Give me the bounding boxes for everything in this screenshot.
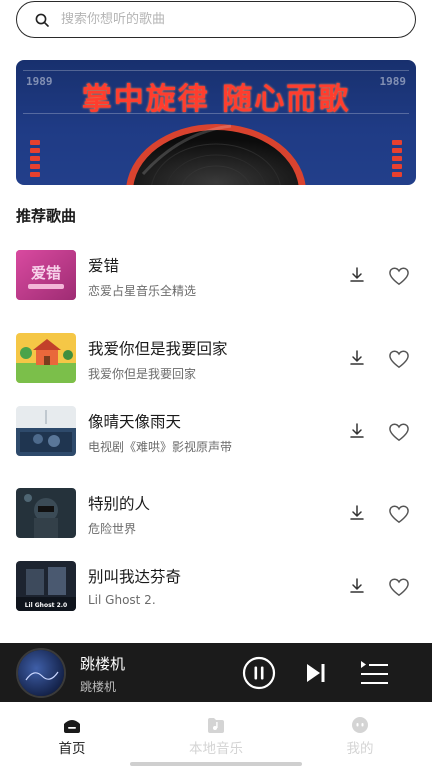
now-playing-title: 跳楼机 [80, 655, 126, 673]
now-playing-artist: 跳楼机 [80, 680, 117, 694]
search-input[interactable] [61, 12, 415, 27]
playlist-button[interactable] [358, 659, 390, 687]
mini-player[interactable]: 跳楼机 跳楼机 [0, 643, 432, 702]
song-item[interactable]: 爱错 爱错 恋爱占星音乐全精选 [16, 250, 416, 302]
profile-icon [352, 717, 368, 733]
pause-button[interactable] [242, 656, 276, 690]
tab-label: 我的 [346, 741, 374, 757]
heart-icon[interactable] [388, 349, 410, 369]
section-title: 推荐歌曲 [16, 207, 77, 225]
song-cover [16, 406, 76, 456]
svg-text:爱错: 爱错 [31, 264, 61, 282]
music-folder-icon [208, 718, 224, 733]
song-item[interactable]: 我爱你但是我要回家 我爱你但是我要回家 [16, 333, 416, 385]
song-cover [16, 488, 76, 538]
song-subtitle: 电视剧《难哄》影视原声带 [88, 440, 233, 454]
tab-label: 本地音乐 [189, 741, 243, 757]
download-icon[interactable] [348, 504, 366, 522]
tab-local-music[interactable]: 本地音乐 [171, 716, 261, 757]
now-playing-cover [16, 648, 66, 698]
song-title: 别叫我达芬奇 [88, 568, 182, 586]
tab-label: 首页 [58, 741, 86, 757]
song-subtitle: Lil Ghost 2. [88, 593, 156, 607]
song-subtitle: 我爱你但是我要回家 [88, 367, 197, 381]
next-track-button[interactable] [305, 662, 327, 684]
download-icon[interactable] [348, 349, 366, 367]
song-subtitle: 危险世界 [88, 522, 137, 536]
heart-icon[interactable] [388, 577, 410, 597]
heart-icon[interactable] [388, 504, 410, 524]
song-title: 我爱你但是我要回家 [88, 340, 228, 358]
heart-icon[interactable] [388, 422, 410, 442]
banner-left-bars [30, 140, 40, 180]
tab-home[interactable]: 首页 [27, 716, 117, 757]
home-indicator [130, 762, 302, 766]
search-bar[interactable] [16, 1, 416, 38]
song-item[interactable]: Lil Ghost 2.0 别叫我达芬奇 Lil Ghost 2. [16, 561, 416, 613]
song-subtitle: 恋爱占星音乐全精选 [88, 284, 197, 298]
vinyl-record-image [126, 124, 306, 185]
song-cover: 爱错 [16, 250, 76, 300]
song-cover: Lil Ghost 2.0 [16, 561, 76, 611]
search-icon [35, 13, 49, 27]
song-item[interactable]: 像晴天像雨天 电视剧《难哄》影视原声带 [16, 406, 416, 458]
song-title: 特别的人 [88, 495, 151, 513]
tab-profile[interactable]: 我的 [315, 716, 405, 757]
cover-text: Lil Ghost 2.0 [25, 602, 68, 609]
song-item[interactable]: 特别的人 危险世界 [16, 488, 416, 540]
banner-right-bars [392, 140, 402, 180]
song-cover [16, 333, 76, 383]
promo-banner[interactable]: 1989 1989 掌中旋律 随心而歌 [16, 60, 416, 185]
heart-icon[interactable] [388, 266, 410, 286]
download-icon[interactable] [348, 577, 366, 595]
home-icon [64, 720, 80, 733]
song-title: 像晴天像雨天 [88, 413, 182, 431]
bottom-tab-bar: 首页 本地音乐 我的 [0, 702, 432, 768]
song-title: 爱错 [88, 257, 120, 275]
download-icon[interactable] [348, 266, 366, 284]
download-icon[interactable] [348, 422, 366, 440]
